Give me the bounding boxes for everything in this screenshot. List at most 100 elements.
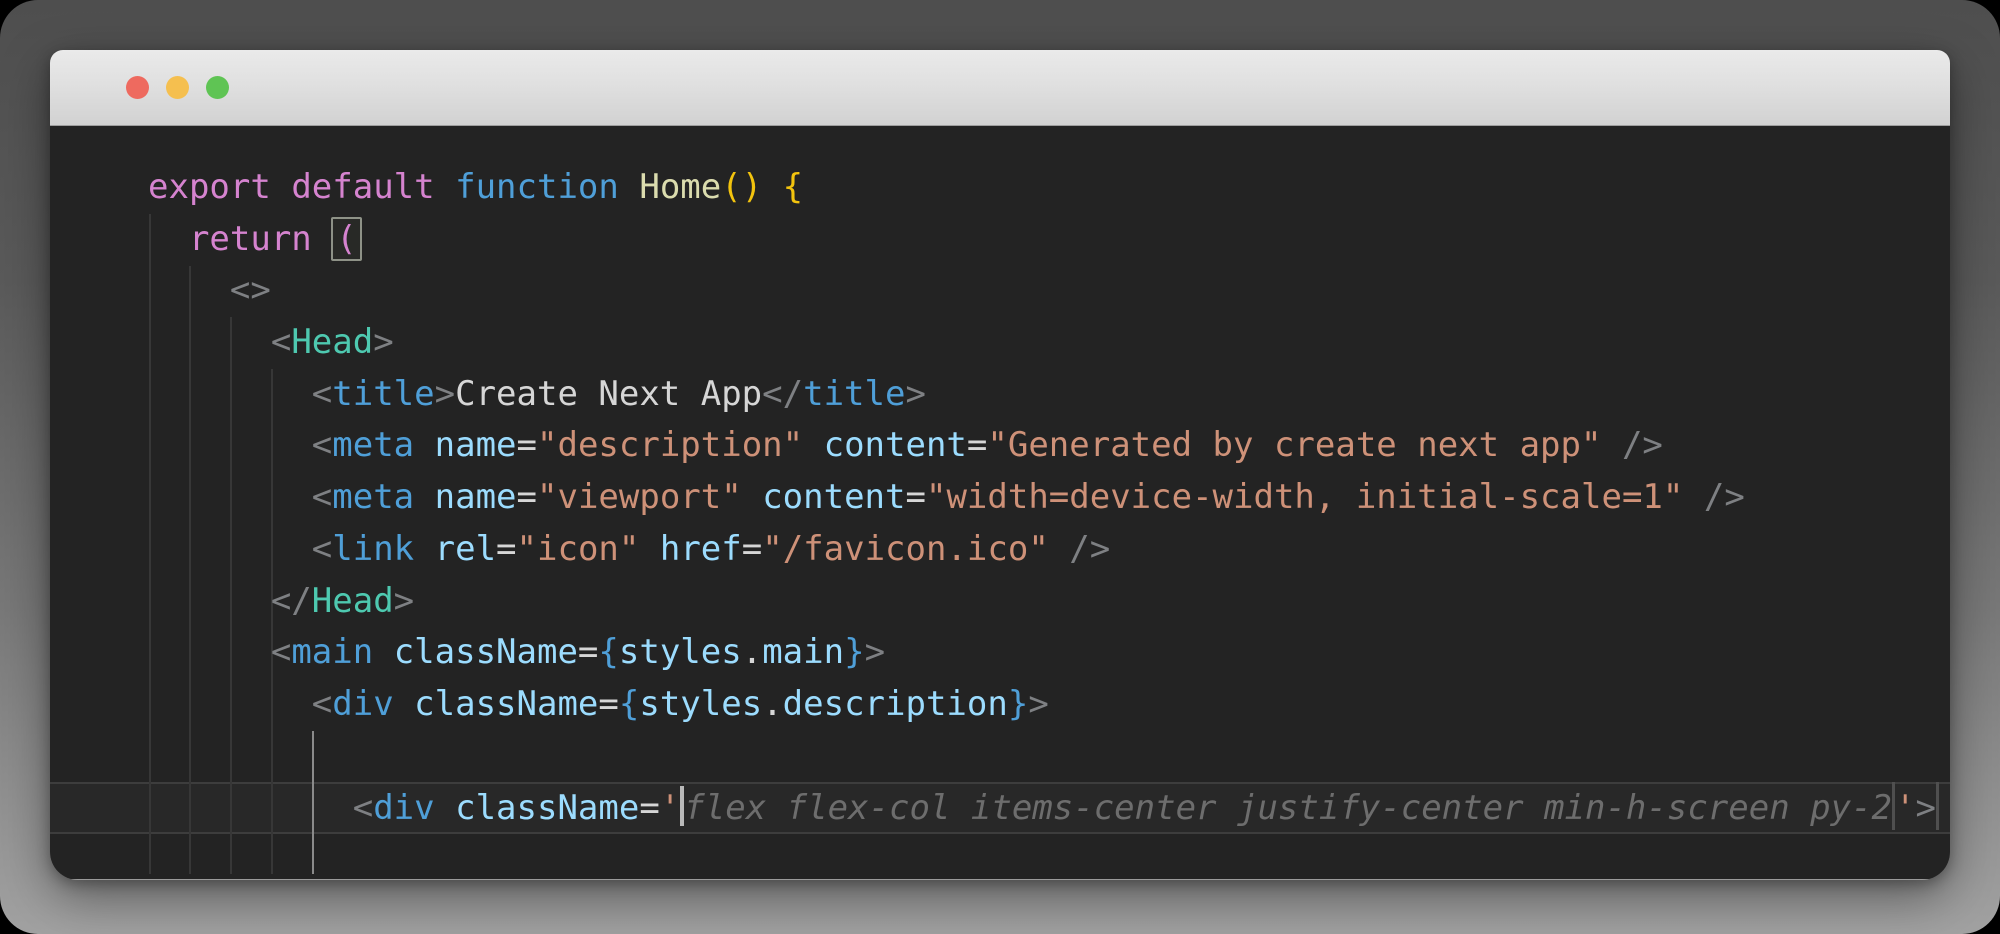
code-token: Create Next App <box>455 374 762 414</box>
code-token <box>148 529 312 569</box>
code-token: < <box>312 684 332 724</box>
code-token: } <box>1008 684 1028 724</box>
code-token: name <box>435 477 517 517</box>
code-token <box>1049 529 1069 569</box>
code-line: <div className={styles.description}> <box>148 679 1950 731</box>
code-token: "viewport" <box>537 477 742 517</box>
code-line: <title>Create Next App</title> <box>148 369 1950 421</box>
code-token: . <box>742 632 762 672</box>
code-token <box>1683 477 1703 517</box>
code-token <box>148 425 312 465</box>
code-token: description <box>783 684 1008 724</box>
code-token: <> <box>230 270 271 310</box>
code-token: div <box>373 788 434 828</box>
code-token: main <box>291 632 373 672</box>
code-token: } <box>844 632 864 672</box>
code-line: <div className='flex flex-col items-cent… <box>148 782 1950 834</box>
code-token <box>148 374 312 414</box>
code-token <box>148 684 312 724</box>
code-token: < <box>312 477 332 517</box>
minimize-button[interactable] <box>166 76 189 99</box>
code-token: meta <box>332 425 414 465</box>
code-token: > <box>905 374 925 414</box>
code-token: main <box>762 632 844 672</box>
code-token: > <box>394 581 414 621</box>
code-token <box>312 219 332 259</box>
code-token: content <box>824 425 967 465</box>
zoom-button[interactable] <box>206 76 229 99</box>
code-token: < <box>271 632 291 672</box>
code-token: styles <box>619 632 742 672</box>
code-token: > <box>865 632 885 672</box>
code-token: "width=device-width, initial-scale=1" <box>926 477 1683 517</box>
code-token: "Generated by create next app" <box>987 425 1601 465</box>
code-token: ' <box>1895 788 1915 828</box>
code-editor[interactable]: export default function Home() { return … <box>50 126 1950 879</box>
code-token: /> <box>1704 477 1745 517</box>
code-token <box>148 322 271 362</box>
code-token: = <box>639 788 659 828</box>
code-token <box>435 167 455 207</box>
code-line: <meta name="description" content="Genera… <box>148 420 1950 472</box>
code-token <box>148 788 353 828</box>
code-token: export <box>148 167 271 207</box>
ghost-text-suggestion: flex flex-col items-center justify-cente… <box>684 788 1892 828</box>
code-line: <meta name="viewport" content="width=dev… <box>148 472 1950 524</box>
code-token: </ <box>271 581 312 621</box>
code-token: > <box>1916 788 1936 828</box>
close-button[interactable] <box>126 76 149 99</box>
code-line: return ( <box>148 214 1950 266</box>
code-token: = <box>517 425 537 465</box>
code-token <box>414 425 434 465</box>
code-token: { <box>619 684 639 724</box>
code-token: "icon" <box>517 529 640 569</box>
code-token: () <box>721 167 762 207</box>
code-token: href <box>660 529 742 569</box>
window-titlebar[interactable] <box>50 50 1950 126</box>
code-token: > <box>373 322 393 362</box>
code-token: Head <box>312 581 394 621</box>
code-token: className <box>414 684 598 724</box>
code-token: . <box>762 684 782 724</box>
code-token: function <box>455 167 619 207</box>
matched-bracket: ( <box>331 217 361 261</box>
code-token: rel <box>435 529 496 569</box>
code-line: </Head> <box>148 576 1950 628</box>
code-token: < <box>312 529 332 569</box>
code-token: = <box>517 477 537 517</box>
code-token <box>414 477 434 517</box>
code-line <box>148 731 1950 783</box>
code-line: <Head> <box>148 317 1950 369</box>
code-token: { <box>598 632 618 672</box>
code-token <box>639 529 659 569</box>
code-token: return <box>189 219 312 259</box>
code-token <box>148 219 189 259</box>
code-token: < <box>353 788 373 828</box>
code-token <box>148 477 312 517</box>
code-token: = <box>967 425 987 465</box>
code-token <box>619 167 639 207</box>
code-token: = <box>905 477 925 517</box>
code-token: = <box>578 632 598 672</box>
code-token <box>803 425 823 465</box>
code-token <box>742 477 762 517</box>
code-token <box>373 632 393 672</box>
code-token: link <box>332 529 414 569</box>
code-token <box>435 788 455 828</box>
code-content: export default function Home() { return … <box>50 126 1950 834</box>
code-token <box>148 632 271 672</box>
code-token: default <box>291 167 434 207</box>
code-token: > <box>1028 684 1048 724</box>
code-line: export default function Home() { <box>148 162 1950 214</box>
ghost-text-boundary-bar <box>1936 782 1939 830</box>
screenshot-backdrop: export default function Home() { return … <box>0 0 2000 934</box>
code-token: Home <box>639 167 721 207</box>
code-token: content <box>762 477 905 517</box>
code-token: < <box>271 322 291 362</box>
code-token <box>762 167 782 207</box>
code-token: > <box>435 374 455 414</box>
code-token <box>148 270 230 310</box>
code-token: /> <box>1622 425 1663 465</box>
code-token: title <box>332 374 434 414</box>
code-token: "description" <box>537 425 803 465</box>
